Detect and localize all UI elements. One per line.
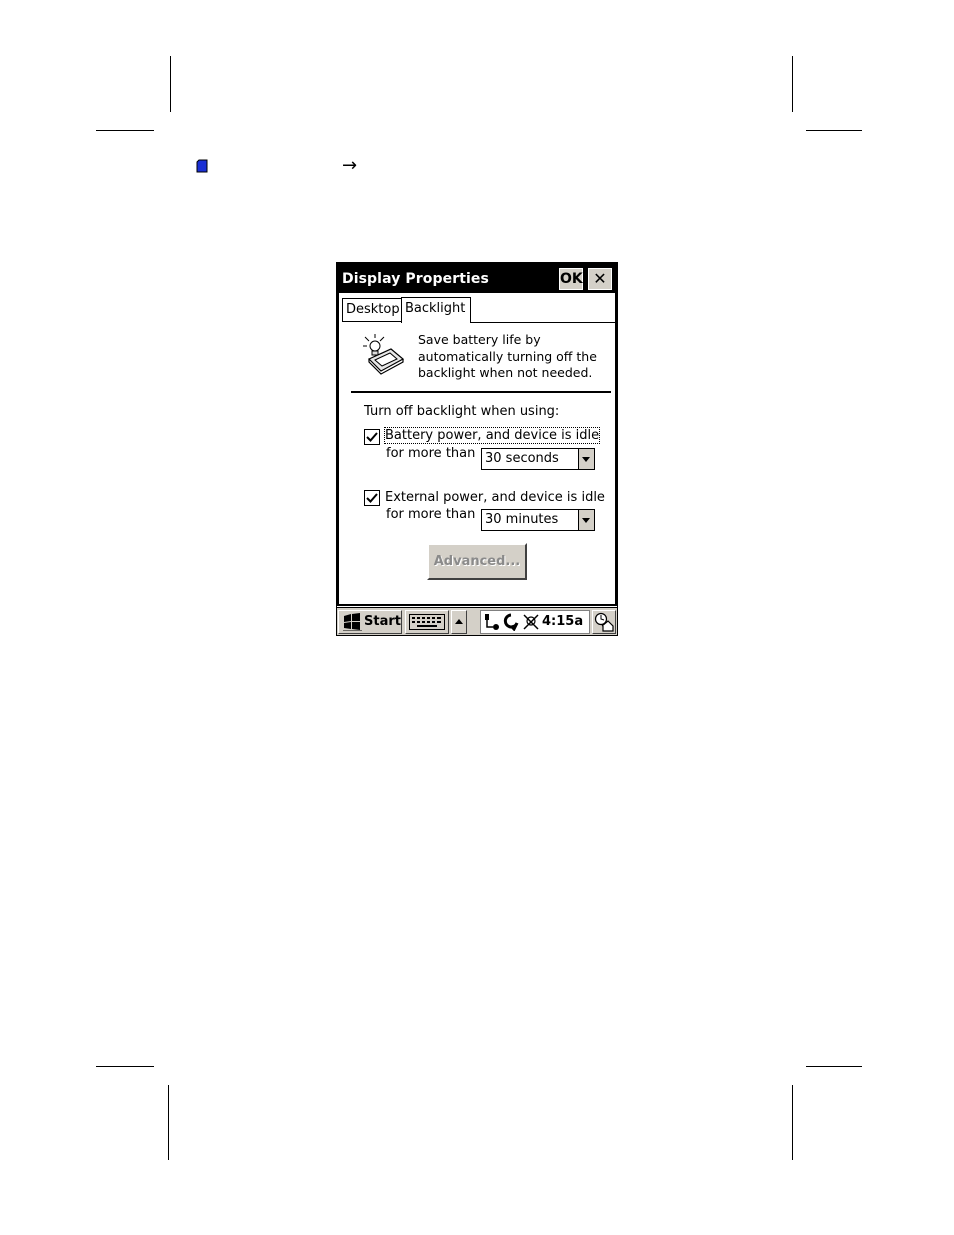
info-line: automatically turning off the — [418, 348, 597, 364]
crop-mark — [96, 130, 154, 131]
keyboard-button[interactable] — [405, 610, 449, 634]
info-line: Save battery life by — [418, 332, 541, 347]
keyboard-icon — [409, 614, 445, 630]
system-tray: 4:15a — [480, 610, 590, 634]
tab-backlight[interactable]: Backlight — [401, 297, 471, 323]
today-button[interactable] — [592, 610, 616, 634]
checkmark-icon — [366, 493, 378, 503]
battery-sub-label: for more than — [386, 446, 476, 461]
tab-underline — [470, 322, 615, 323]
advanced-button[interactable]: Advanced... — [427, 543, 527, 580]
crop-mark — [168, 1085, 169, 1160]
start-label: Start — [364, 614, 401, 629]
display-properties-window: Display Properties OK ✕ Desktop Backligh… — [337, 263, 617, 606]
external-checkbox[interactable] — [364, 490, 380, 506]
checkmark-icon — [366, 432, 378, 442]
tab-label: Backlight — [405, 301, 466, 316]
battery-timeout-select[interactable]: 30 seconds — [481, 448, 595, 470]
crop-mark — [170, 56, 171, 112]
ok-button[interactable]: OK — [559, 268, 583, 290]
crop-mark — [96, 1066, 154, 1067]
info-line: backlight when not needed. — [418, 365, 593, 380]
chevron-down-icon[interactable] — [578, 449, 594, 469]
chevron-up-icon — [455, 619, 463, 624]
tab-desktop[interactable]: Desktop — [342, 298, 402, 322]
select-value: 30 minutes — [485, 512, 559, 527]
external-sub-label: for more than — [386, 507, 476, 522]
external-timeout-select[interactable]: 30 minutes — [481, 509, 595, 531]
taskbar: Start 4:15a — [337, 607, 617, 635]
input-menu-button[interactable] — [451, 610, 467, 634]
external-label[interactable]: External power, and device is idle — [385, 490, 605, 505]
crop-mark — [806, 1066, 862, 1067]
crop-mark — [792, 1085, 793, 1160]
battery-label[interactable]: Battery power, and device is idle — [383, 427, 601, 444]
section-label: Turn off backlight when using: — [364, 404, 560, 419]
plug-icon[interactable] — [483, 613, 501, 631]
close-button[interactable]: ✕ — [588, 268, 612, 290]
clock[interactable]: 4:15a — [542, 614, 583, 629]
title-bar: Display Properties OK ✕ — [339, 265, 615, 293]
device-screen: Display Properties OK ✕ Desktop Backligh… — [336, 262, 618, 636]
connection-icon[interactable] — [502, 613, 520, 631]
crop-mark — [806, 130, 862, 131]
start-button[interactable]: Start — [338, 610, 402, 634]
today-icon — [594, 612, 614, 632]
backlight-bulb-icon — [363, 334, 405, 375]
windows-flag-icon — [343, 613, 362, 631]
select-value: 30 seconds — [485, 451, 559, 466]
chevron-down-icon[interactable] — [578, 510, 594, 530]
crop-mark — [792, 56, 793, 112]
info-text: Save battery life by automatically turni… — [418, 332, 614, 382]
arrow-icon: → — [342, 155, 358, 176]
bullet-icon — [196, 159, 208, 173]
window-title: Display Properties — [342, 271, 489, 287]
close-icon: ✕ — [593, 269, 607, 288]
tab-label: Desktop — [346, 302, 400, 317]
battery-checkbox[interactable] — [364, 429, 380, 445]
backlight-off-icon[interactable] — [522, 613, 540, 631]
separator — [351, 391, 611, 393]
